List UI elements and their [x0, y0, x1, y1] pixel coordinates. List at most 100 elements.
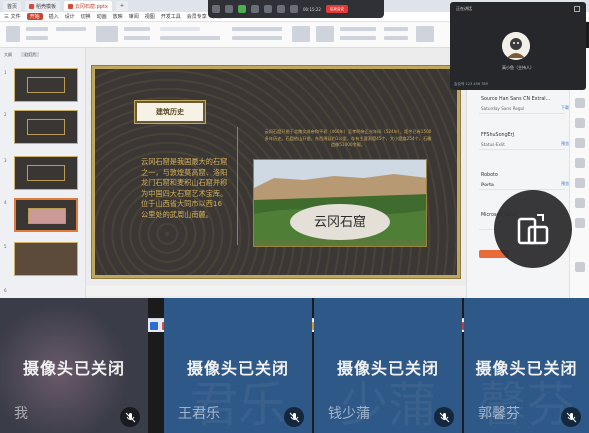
property-icon[interactable] — [575, 98, 585, 108]
design-icon[interactable] — [575, 118, 585, 128]
slide-from-file-button[interactable] — [56, 27, 86, 31]
template-icon[interactable] — [575, 178, 585, 188]
docer-icon — [29, 3, 35, 9]
app-window: 首页 稻壳模板 云冈石窟.pptx + 三 文件 开始 插入 设计 切换 动画 … — [0, 0, 589, 433]
participant-name: 王君乐 — [178, 406, 220, 422]
cut-button[interactable] — [26, 27, 48, 31]
thumb-number: 6 — [4, 288, 7, 293]
taskbar-app-icon[interactable] — [150, 322, 158, 330]
participant-tile[interactable]: 摄像头已关闭 我 — [0, 298, 148, 433]
expand-icon[interactable] — [574, 6, 580, 12]
participant-name: 钱少蒲 — [328, 406, 370, 422]
speaker-status: 正在讲话 — [456, 6, 472, 11]
thumb-number: 1 — [4, 70, 7, 75]
chat-icon[interactable] — [264, 5, 272, 13]
settings-icon[interactable] — [416, 26, 434, 42]
end-meeting-button[interactable]: 结束会议 — [325, 5, 348, 13]
thumb-number: 2 — [4, 112, 7, 117]
tab-docer[interactable]: 稻壳模板 — [25, 1, 61, 11]
menu-review[interactable]: 审阅 — [129, 13, 139, 20]
avatar — [502, 32, 530, 60]
slide-title[interactable]: 建筑历史 — [134, 100, 206, 124]
slide-left-text[interactable]: 云冈石窟是我国最大的石窟之一，与敦煌莫高窟、洛阳龙门石窟和麦积山石窟并称为中国四… — [141, 157, 229, 220]
participants-icon[interactable] — [251, 5, 259, 13]
thumb-frame — [27, 77, 65, 93]
menu-view[interactable]: 视图 — [145, 13, 155, 20]
camera-off-label: 摄像头已关闭 — [22, 359, 125, 378]
layout-button[interactable] — [124, 27, 150, 31]
participant-tile[interactable]: 少蒲 摄像头已关闭 钱少蒲 — [314, 298, 462, 433]
slide-right-text[interactable]: 云冈石窟开凿于北魏文成帝和平初（460年）至孝明帝正光年间（524年），距今已有… — [263, 129, 433, 149]
tab-document[interactable]: 云冈石窟.pptx — [64, 1, 112, 11]
thumb-frame — [27, 119, 65, 135]
speaker-video-window[interactable]: 正在讲话 高小鱼（主持人） 会议号 123 456 789 — [450, 2, 586, 90]
more-icon[interactable] — [290, 5, 298, 13]
menu-developer[interactable]: 开发工具 — [161, 13, 181, 20]
slides-tab[interactable]: 幻灯片 — [21, 52, 40, 57]
outline-tab[interactable]: 大纲 — [4, 52, 12, 57]
font-name: Source Han Sans CN Extral... — [481, 97, 551, 102]
share-icon[interactable] — [575, 198, 585, 208]
animation-icon[interactable] — [575, 138, 585, 148]
font-style-buttons[interactable] — [160, 36, 220, 40]
muted-mic-icon — [284, 407, 304, 427]
slide-thumbnails-pane: 大纲 幻灯片 1 2 3 4 5 6 — [0, 48, 86, 298]
slide-thumb-4[interactable] — [14, 198, 78, 232]
participant-tile[interactable]: 馨芬 摄像头已关闭 郭馨芬 — [464, 298, 589, 433]
tab-home[interactable]: 首页 — [3, 1, 22, 11]
thumbs-header: 大纲 幻灯片 — [4, 52, 40, 58]
find-button[interactable] — [384, 27, 408, 31]
fill-button[interactable] — [340, 36, 376, 40]
help-icon[interactable] — [575, 218, 585, 228]
shapes-icon[interactable] — [292, 26, 310, 42]
collapse-icon[interactable] — [575, 262, 585, 272]
grotto-photo[interactable]: 云冈石窟 — [253, 159, 427, 247]
menu-file[interactable]: 三 文件 — [4, 13, 21, 20]
screen-share-switch-button[interactable] — [494, 190, 572, 268]
reset-button[interactable] — [124, 36, 150, 40]
select-button[interactable] — [384, 36, 408, 40]
paragraph-buttons[interactable] — [232, 27, 282, 31]
align-buttons[interactable] — [232, 36, 282, 40]
status-strip — [86, 286, 466, 296]
slide-thumb-3[interactable] — [14, 156, 78, 190]
slide-thumb-1[interactable] — [14, 68, 78, 102]
menu-slideshow[interactable]: 放映 — [113, 13, 123, 20]
paste-icon[interactable] — [6, 26, 20, 42]
menu-design[interactable]: 设计 — [65, 13, 75, 20]
slide-thumb-2[interactable] — [14, 110, 78, 144]
font-download-button[interactable]: 下载 — [561, 105, 569, 111]
text-box-button[interactable] — [340, 27, 376, 31]
menu-member[interactable]: 会员专享 — [187, 13, 207, 20]
record-icon[interactable] — [277, 5, 285, 13]
font-name-select[interactable] — [160, 27, 200, 31]
mic-icon[interactable] — [212, 5, 220, 13]
menu-transition[interactable]: 切换 — [81, 13, 91, 20]
participant-name: 我 — [14, 406, 28, 422]
new-tab-button[interactable]: + — [115, 1, 129, 11]
font-preview: Porta — [481, 182, 494, 187]
muted-mic-icon — [434, 407, 454, 427]
font-icon[interactable] — [575, 158, 585, 168]
menu-home[interactable]: 开始 — [26, 13, 43, 20]
font-item[interactable]: FFShuSongErJ Status-Exlit 预览 — [479, 132, 569, 150]
menu-animation[interactable]: 动画 — [97, 13, 107, 20]
speaker-name: 高小鱼（主持人） — [502, 65, 534, 70]
new-slide-icon[interactable] — [96, 26, 118, 42]
tab-label: 稻壳模板 — [36, 3, 57, 10]
slide-thumb-5[interactable] — [14, 242, 78, 276]
arrange-icon[interactable] — [316, 26, 334, 42]
font-item[interactable]: Roboto Porta 预览 — [479, 172, 569, 190]
slide-canvas-area: 建筑历史 云冈石窟是我国最大的石窟之一，与敦煌莫高窟、洛阳龙门石窟和麦积山石窟并… — [86, 48, 466, 298]
camera-icon[interactable] — [225, 5, 233, 13]
participant-name: 郭馨芬 — [478, 406, 520, 422]
format-painter-button[interactable] — [26, 36, 48, 40]
slide[interactable]: 建筑历史 云冈石窟是我国最大的石窟之一，与敦煌莫高窟、洛阳龙门石窟和麦积山石窟并… — [92, 66, 460, 278]
font-preview-button[interactable]: 预览 — [561, 181, 569, 187]
meeting-control-bar: 00:15:22 结束会议 — [208, 0, 384, 18]
screen-share-icon[interactable] — [238, 5, 246, 13]
menu-insert[interactable]: 插入 — [49, 13, 59, 20]
font-preview-button[interactable]: 预览 — [561, 141, 569, 147]
participant-tile[interactable]: 君乐 摄像头已关闭 王君乐 — [164, 298, 312, 433]
font-item[interactable]: Source Han Sans CN Extral... Saturday Sa… — [479, 96, 569, 114]
